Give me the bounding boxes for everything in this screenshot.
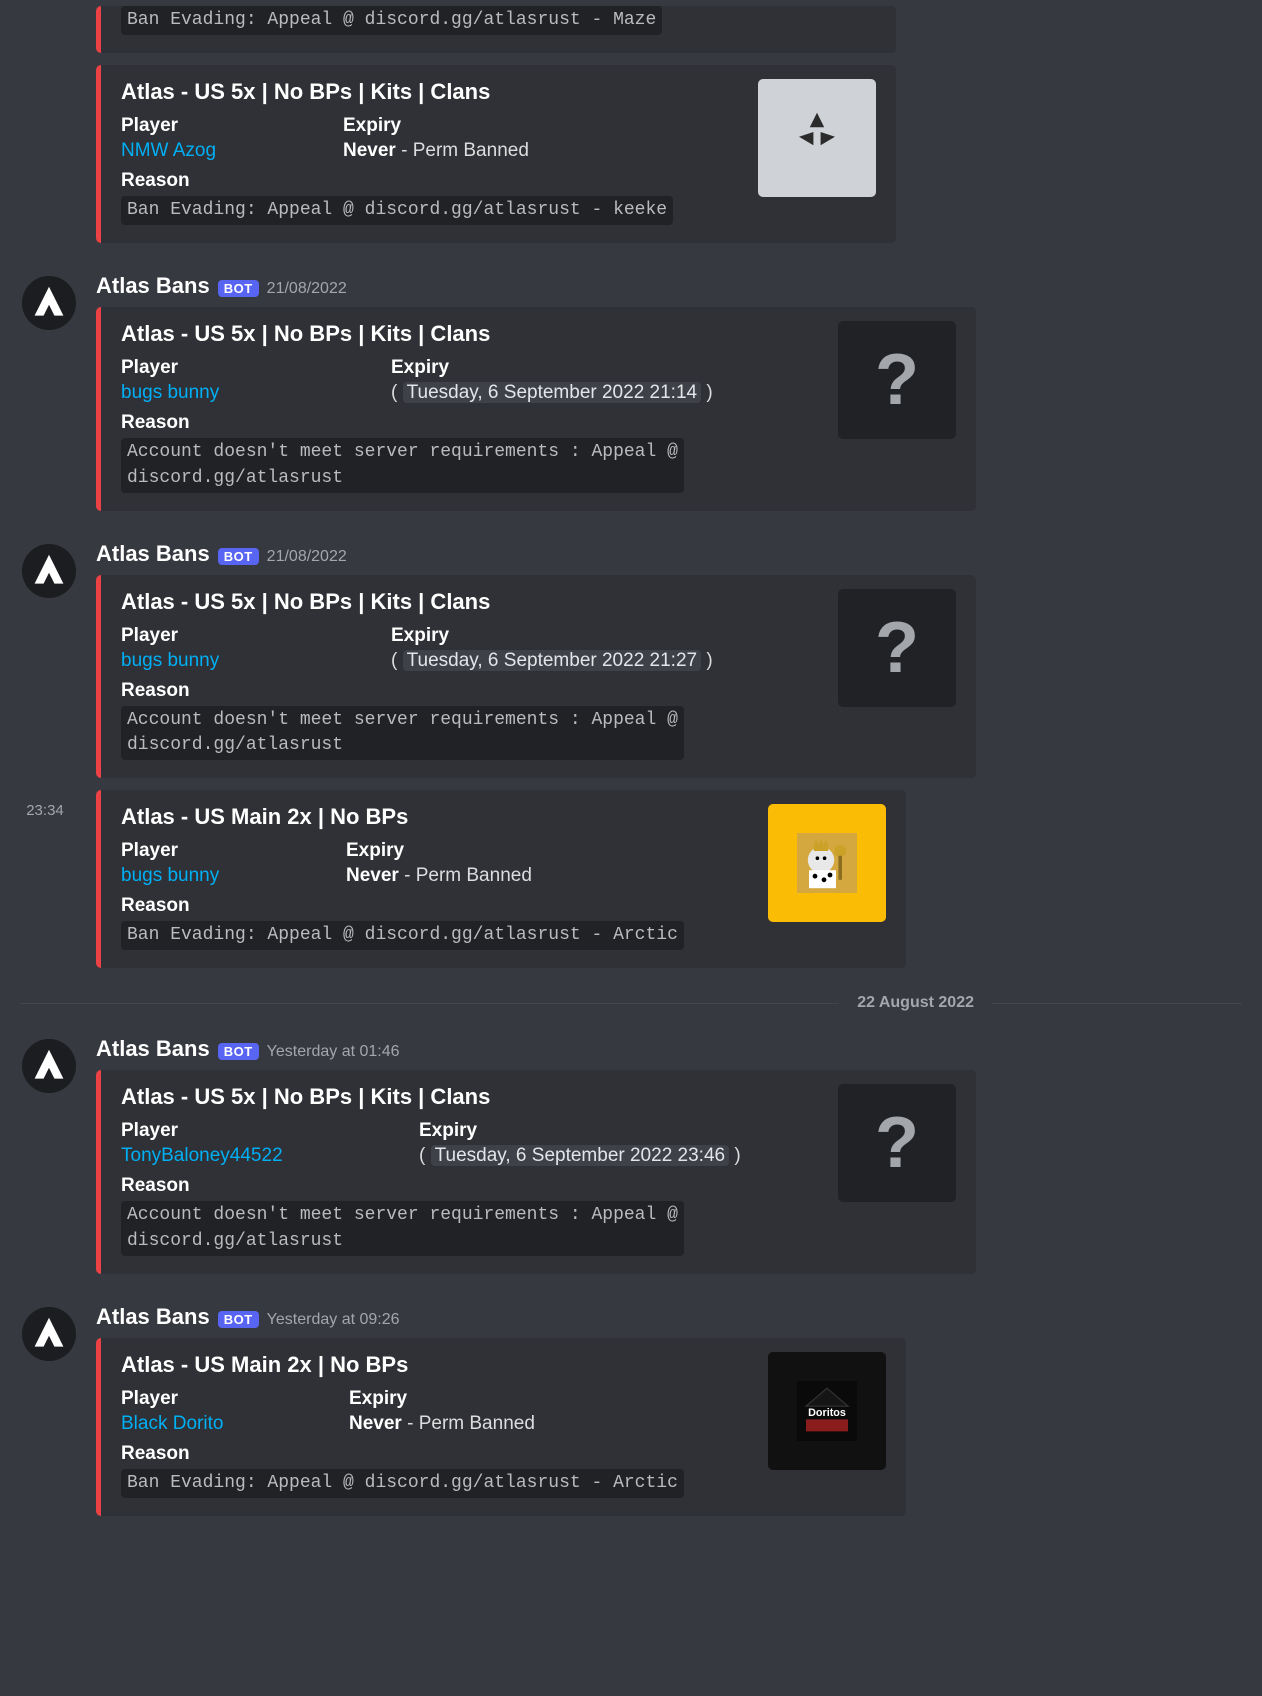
player-link[interactable]: bugs bunny: [121, 650, 219, 671]
player-label: Player: [121, 625, 391, 647]
player-link[interactable]: bugs bunny: [121, 865, 219, 886]
player-field: Player bugs bunny: [121, 840, 346, 887]
reason-code: Ban Evading: Appeal @ discord.gg/atlasru…: [121, 921, 684, 950]
thumbnail-unknown-icon: ?: [838, 321, 956, 439]
bot-avatar[interactable]: [22, 1307, 76, 1361]
message-timestamp: Yesterday at 01:46: [267, 1043, 400, 1061]
player-label: Player: [121, 357, 391, 379]
reason-code: Account doesn't meet server requirements…: [121, 1201, 684, 1255]
message-timestamp: 21/08/2022: [267, 548, 347, 566]
expiry-label: Expiry: [349, 1388, 535, 1410]
date-divider-text: 22 August 2022: [849, 994, 982, 1012]
message: Atlas Bans BOT 21/08/2022 ? Atlas - US 5…: [0, 539, 1262, 784]
expiry-rest: - Perm Banned: [399, 865, 532, 886]
reason-label: Reason: [121, 1175, 956, 1197]
reason-code: Ban Evading: Appeal @ discord.gg/atlasru…: [121, 1469, 684, 1498]
expiry-field: Expiry Never - Perm Banned: [349, 1388, 535, 1435]
player-label: Player: [121, 115, 343, 137]
expiry-never: Never: [346, 865, 399, 886]
expiry-label: Expiry: [391, 357, 713, 379]
expiry-value: Never - Perm Banned: [343, 140, 529, 162]
bot-avatar[interactable]: [22, 1039, 76, 1093]
expiry-timestamp: Tuesday, 6 September 2022 23:46: [431, 1145, 729, 1166]
reason-code: Ban Evading: Appeal @ discord.gg/atlasru…: [121, 196, 673, 225]
expiry-value: Never - Perm Banned: [346, 865, 532, 887]
player-label: Player: [121, 1120, 419, 1142]
thumbnail-avatar: Doritos: [768, 1352, 886, 1470]
message: Atlas - US 5x | No BPs | Kits | Clans Pl…: [0, 59, 1262, 249]
author-name[interactable]: Atlas Bans: [96, 273, 210, 299]
player-link[interactable]: NMW Azog: [121, 140, 216, 161]
message: 23:34 Atlas - US Main 2x | No BPs: [0, 784, 1262, 974]
player-link[interactable]: TonyBaloney44522: [121, 1145, 283, 1166]
expiry-label: Expiry: [343, 115, 529, 137]
player-field: Player Black Dorito: [121, 1388, 349, 1435]
expiry-field: Expiry ( Tuesday, 6 September 2022 21:14…: [391, 357, 713, 404]
ban-embed: ? Atlas - US 5x | No BPs | Kits | Clans …: [96, 307, 976, 510]
reason-code: Account doesn't meet server requirements…: [121, 438, 684, 492]
expiry-label: Expiry: [346, 840, 532, 862]
expiry-field: Expiry Never - Perm Banned: [346, 840, 532, 887]
svg-text:Doritos: Doritos: [808, 1406, 846, 1418]
author-name[interactable]: Atlas Bans: [96, 1036, 210, 1062]
bot-avatar[interactable]: [22, 544, 76, 598]
thumbnail-unknown-icon: ?: [838, 589, 956, 707]
expiry-field: Expiry ( Tuesday, 6 September 2022 23:46…: [419, 1120, 741, 1167]
message-timestamp: 23:34: [0, 802, 90, 819]
bot-tag: BOT: [218, 1311, 259, 1328]
message: Atlas Bans BOT Yesterday at 09:26 Dorito…: [0, 1302, 1262, 1522]
expiry-label: Expiry: [419, 1120, 741, 1142]
message: Atlas Bans BOT 21/08/2022 ? Atlas - US 5…: [0, 271, 1262, 516]
message: Atlas Bans BOT Yesterday at 01:46 ? Atla…: [0, 1034, 1262, 1279]
reason-code: Ban Evading: Appeal @ discord.gg/atlasru…: [121, 6, 662, 35]
bot-tag: BOT: [218, 1043, 259, 1060]
ban-embed: Ban Evading: Appeal @ discord.gg/atlasru…: [96, 6, 896, 53]
embed-title: Atlas - US 5x | No BPs | Kits | Clans: [121, 1084, 956, 1110]
expiry-value: Never - Perm Banned: [349, 1413, 535, 1435]
player-field: Player bugs bunny: [121, 625, 391, 672]
author-name[interactable]: Atlas Bans: [96, 541, 210, 567]
thumbnail-unknown-icon: ?: [838, 1084, 956, 1202]
expiry-label: Expiry: [391, 625, 713, 647]
player-label: Player: [121, 840, 346, 862]
ban-embed: Atlas - US Main 2x | No BPs Player bugs …: [96, 790, 906, 968]
ban-embed: Atlas - US 5x | No BPs | Kits | Clans Pl…: [96, 65, 896, 243]
bot-tag: BOT: [218, 548, 259, 565]
expiry-timestamp: Tuesday, 6 September 2022 21:14: [403, 382, 701, 403]
expiry-value: ( Tuesday, 6 September 2022 21:14 ): [391, 382, 713, 404]
ban-embed: ? Atlas - US 5x | No BPs | Kits | Clans …: [96, 575, 976, 778]
player-link[interactable]: bugs bunny: [121, 382, 219, 403]
date-divider: 22 August 2022: [20, 994, 1242, 1012]
expiry-never: Never: [343, 140, 396, 161]
reason-label: Reason: [121, 680, 956, 702]
expiry-never: Never: [349, 1413, 402, 1434]
thumbnail-rust-icon: [758, 79, 876, 197]
expiry-rest: - Perm Banned: [402, 1413, 535, 1434]
ban-embed: ? Atlas - US 5x | No BPs | Kits | Clans …: [96, 1070, 976, 1273]
bot-avatar[interactable]: [22, 276, 76, 330]
expiry-field: Expiry ( Tuesday, 6 September 2022 21:27…: [391, 625, 713, 672]
message-timestamp: 21/08/2022: [267, 280, 347, 298]
player-link[interactable]: Black Dorito: [121, 1413, 223, 1434]
expiry-field: Expiry Never - Perm Banned: [343, 115, 529, 162]
author-name[interactable]: Atlas Bans: [96, 1304, 210, 1330]
reason-code: Account doesn't meet server requirements…: [121, 706, 684, 760]
ban-embed: Doritos Atlas - US Main 2x | No BPs Play…: [96, 1338, 906, 1516]
player-field: Player TonyBaloney44522: [121, 1120, 419, 1167]
expiry-value: ( Tuesday, 6 September 2022 23:46 ): [419, 1145, 741, 1167]
bot-tag: BOT: [218, 280, 259, 297]
player-field: Player NMW Azog: [121, 115, 343, 162]
expiry-rest: - Perm Banned: [396, 140, 529, 161]
thumbnail-avatar: [768, 804, 886, 922]
expiry-timestamp: Tuesday, 6 September 2022 21:27: [403, 650, 701, 671]
message-timestamp: Yesterday at 09:26: [267, 1311, 400, 1329]
player-field: Player bugs bunny: [121, 357, 391, 404]
embed-title: Atlas - US 5x | No BPs | Kits | Clans: [121, 589, 956, 615]
embed-title: Atlas - US 5x | No BPs | Kits | Clans: [121, 321, 956, 347]
reason-label: Reason: [121, 412, 956, 434]
player-label: Player: [121, 1388, 349, 1410]
expiry-value: ( Tuesday, 6 September 2022 21:27 ): [391, 650, 713, 672]
